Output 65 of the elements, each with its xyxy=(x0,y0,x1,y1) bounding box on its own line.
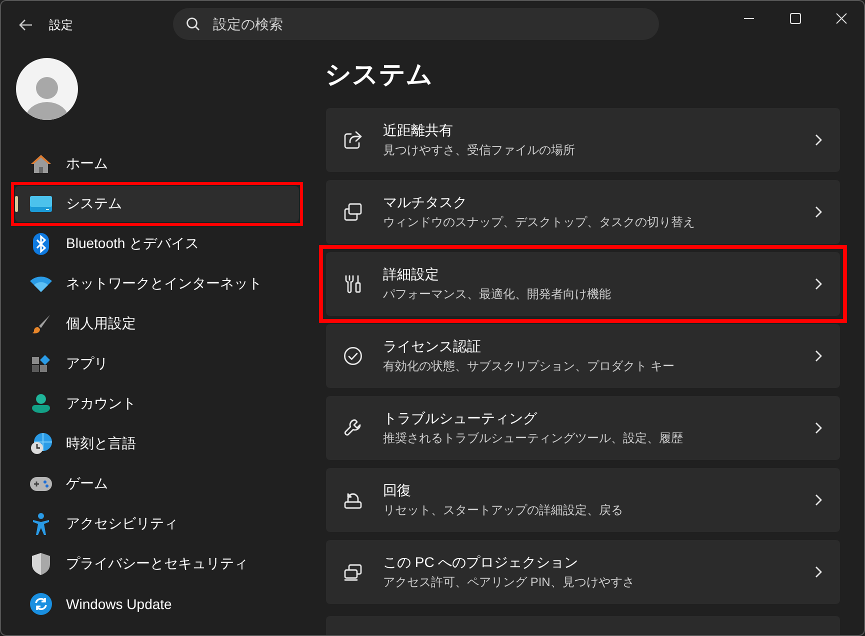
chevron-right-icon xyxy=(815,566,822,578)
card-description: 見つけやすさ、受信ファイルの場所 xyxy=(383,142,576,158)
setting-card[interactable]: マルチタスク ウィンドウのスナップ、デスクトップ、タスクの切り替え xyxy=(326,180,840,244)
bluetooth-icon xyxy=(33,233,49,255)
check-circle-icon xyxy=(343,346,363,366)
monitor-icon xyxy=(30,196,52,212)
person-icon xyxy=(31,394,51,414)
tools-icon xyxy=(343,274,363,294)
gamepad-icon xyxy=(30,477,52,491)
card-title: マルチタスク xyxy=(383,194,468,212)
chevron-right-icon xyxy=(815,350,822,362)
card-description: 推奨されるトラブルシューティングツール、設定、履歴 xyxy=(383,430,684,446)
selection-indicator xyxy=(15,196,18,212)
chevron-right-icon xyxy=(815,134,822,146)
nav-item[interactable]: アカウント xyxy=(15,386,299,422)
nav-item[interactable]: アプリ xyxy=(15,346,299,382)
card-description: ウィンドウのスナップ、デスクトップ、タスクの切り替え xyxy=(383,214,696,230)
maximize-icon xyxy=(790,12,800,24)
apps-icon xyxy=(31,354,51,374)
search-field[interactable]: 設定の検索 xyxy=(173,8,659,40)
setting-card[interactable]: この PC へのプロジェクション アクセス許可、ペアリング PIN、見つけやすさ xyxy=(326,540,840,604)
nav-item[interactable]: ネットワークとインターネット xyxy=(15,266,299,302)
card-description: アクセス許可、ペアリング PIN、見つけやすさ xyxy=(383,574,636,590)
nav-item[interactable]: 個人用設定 xyxy=(15,306,299,342)
card-title: この PC へのプロジェクション xyxy=(383,554,580,572)
accessibility-icon xyxy=(32,513,50,535)
setting-card[interactable]: トラブルシューティング 推奨されるトラブルシューティングツール、設定、履歴 xyxy=(326,396,840,460)
card-title: ライセンス認証 xyxy=(383,338,482,356)
update-icon xyxy=(30,593,52,615)
nav-item[interactable]: Windows Update xyxy=(15,586,299,622)
page-title: システム xyxy=(325,58,434,91)
setting-card[interactable]: 回復 リセット、スタートアップの詳細設定、戻る xyxy=(326,468,840,532)
globe-clock-icon xyxy=(30,433,52,455)
setting-card[interactable]: 近距離共有 見つけやすさ、受信ファイルの場所 xyxy=(326,108,840,172)
shield-icon xyxy=(32,553,50,575)
wrench-icon xyxy=(343,418,363,438)
card-description: 有効化の状態、サブスクリプション、プロダクト キー xyxy=(383,358,676,374)
nav-item[interactable]: プライバシーとセキュリティ xyxy=(15,546,299,582)
setting-card[interactable]: ライセンス認証 有効化の状態、サブスクリプション、プロダクト キー xyxy=(326,324,840,388)
back-arrow-icon[interactable] xyxy=(17,19,35,31)
chevron-right-icon xyxy=(815,278,822,290)
nav-item[interactable]: Bluetooth とデバイス xyxy=(15,226,299,262)
setting-card[interactable]: 詳細設定 パフォーマンス、最適化、開発者向け機能 xyxy=(326,252,840,316)
windows-icon xyxy=(343,202,363,222)
share-icon xyxy=(343,130,363,150)
nav-item[interactable]: システム xyxy=(15,186,299,222)
card-title: 回復 xyxy=(383,482,412,500)
nav-item[interactable]: ホーム xyxy=(15,146,299,182)
card-title: 近距離共有 xyxy=(383,122,454,140)
card-description: パフォーマンス、最適化、開発者向け機能 xyxy=(383,286,612,302)
nav-item[interactable]: 時刻と言語 xyxy=(15,426,299,462)
card-description: リセット、スタートアップの詳細設定、戻る xyxy=(383,502,624,518)
chevron-right-icon xyxy=(815,422,822,434)
nav-item[interactable]: ゲーム xyxy=(15,466,299,502)
chevron-right-icon xyxy=(815,494,822,506)
card-title: トラブルシューティング xyxy=(383,410,538,428)
close-icon xyxy=(836,12,846,24)
window-title: 設定 xyxy=(49,16,74,34)
chevron-right-icon xyxy=(815,206,822,218)
house-icon xyxy=(30,154,52,174)
card-title: 詳細設定 xyxy=(383,266,440,284)
projection-icon xyxy=(343,562,363,582)
nav-item[interactable]: アクセシビリティ xyxy=(15,506,299,542)
brush-icon xyxy=(31,314,51,334)
wifi-icon xyxy=(30,276,52,292)
